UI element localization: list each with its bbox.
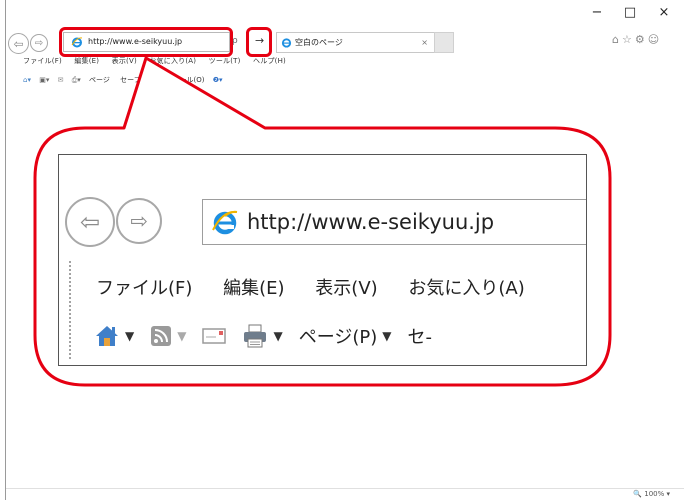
zoom-level[interactable]: 🔍 100% ▾: [633, 490, 670, 498]
chevron-down-icon: ▼: [177, 329, 187, 343]
zoom-feeds-button[interactable]: ▼: [150, 325, 186, 347]
home-icon: [96, 326, 118, 346]
zoom-menu-edit[interactable]: 編集(E): [223, 278, 284, 299]
zoom-mail-button[interactable]: [202, 327, 227, 345]
zoom-menu-view[interactable]: 表示(V): [315, 278, 377, 299]
chevron-down-icon: ▼: [382, 329, 392, 343]
ie-logo-icon: [212, 210, 238, 235]
toolbar-grip[interactable]: [68, 260, 72, 360]
mail-icon: [202, 328, 227, 344]
address-bar-highlight: [59, 27, 233, 57]
zoom-address-bar[interactable]: http://www.e-seikyuu.jp: [202, 199, 586, 245]
print-icon: [244, 324, 267, 348]
zoom-command-bar: ▼ ▼ ▼ ページ(P) ▼ セ-: [94, 323, 448, 349]
zoom-forward-button[interactable]: ⇨: [116, 198, 162, 244]
zoom-page-label: ページ(P): [298, 327, 378, 348]
zoom-level-value: 100%: [644, 490, 665, 498]
zoomed-toolbar-panel: ⇦ ⇨ http://www.e-seikyuu.jp ファイル(F) 編集(E…: [58, 154, 587, 366]
zoom-back-button[interactable]: ⇦: [65, 197, 115, 247]
back-arrow-icon: ⇦: [79, 208, 101, 236]
chevron-down-icon: ▼: [273, 329, 283, 343]
zoom-page-menu[interactable]: ページ(P) ▼: [299, 323, 392, 349]
go-button-highlight: [246, 27, 272, 57]
zoom-safety-truncated[interactable]: セ-: [407, 323, 432, 349]
chevron-down-icon: ▾: [666, 490, 670, 498]
chevron-down-icon: ▼: [125, 329, 135, 343]
zoom-address-url: http://www.e-seikyuu.jp: [247, 210, 495, 234]
zoom-menu-bar: ファイル(F) 編集(E) 表示(V) お気に入り(A): [96, 274, 550, 300]
rss-feed-icon: [151, 326, 172, 346]
zoom-print-button[interactable]: ▼: [242, 324, 283, 348]
status-bar: 🔍 100% ▾: [6, 488, 684, 501]
zoom-menu-favorites[interactable]: お気に入り(A): [408, 278, 524, 299]
zoom-home-button[interactable]: ▼: [94, 324, 134, 348]
forward-arrow-icon: ⇨: [130, 209, 148, 233]
zoom-menu-file[interactable]: ファイル(F): [96, 278, 192, 299]
